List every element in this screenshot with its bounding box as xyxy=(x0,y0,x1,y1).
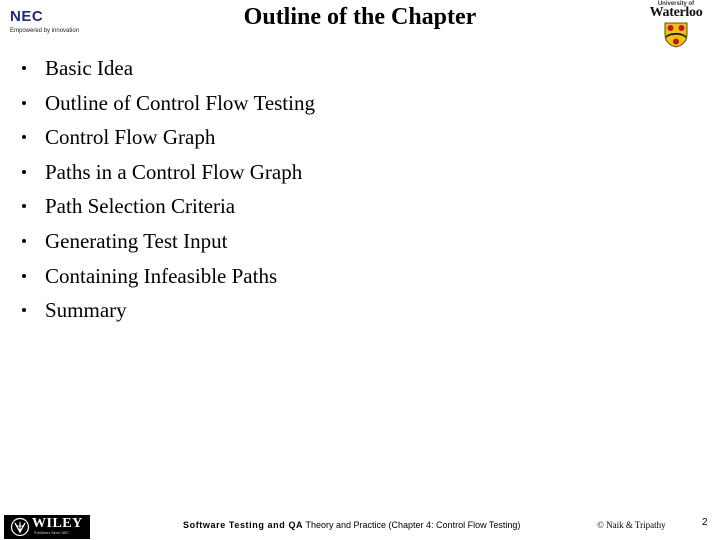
outline-item-label: Summary xyxy=(45,298,127,323)
footer-book-title-bold: Software Testing and QA xyxy=(183,520,304,530)
waterloo-crest-icon xyxy=(664,22,688,48)
bullet-icon xyxy=(22,204,26,209)
outline-item-label: Basic Idea xyxy=(45,56,134,80)
outline-item-label: Generating Test Input xyxy=(45,228,228,253)
outline-item-label: Paths in a Control Flow Graph xyxy=(45,159,303,184)
wiley-logo: WILEY Publishers Since 1807 xyxy=(4,515,90,539)
bullet-icon xyxy=(22,169,26,174)
waterloo-logo-wordmark: Waterloo xyxy=(649,5,703,20)
wiley-tagline: Publishers Since 1807 xyxy=(34,531,69,535)
slide-title: Outline of the Chapter xyxy=(243,4,477,30)
wiley-emblem-icon xyxy=(10,517,30,537)
bullet-icon xyxy=(22,238,26,243)
footer-book-title-rest: Theory and Practice (Chapter 4: Control … xyxy=(303,520,521,530)
bullet-icon xyxy=(22,273,26,278)
outline-item-label: Outline of Control Flow Testing xyxy=(45,90,315,115)
outline-item-label: Containing Infeasible Paths xyxy=(45,263,278,288)
bullet-icon xyxy=(22,308,26,313)
bullet-icon xyxy=(22,135,26,140)
bullet-icon xyxy=(22,100,26,105)
outline-item-label: Control Flow Graph xyxy=(45,125,216,150)
bullet-icon xyxy=(22,66,26,70)
footer-book-title: Software Testing and QA Theory and Pract… xyxy=(183,520,520,530)
footer-copyright: © Naik & Tripathy xyxy=(597,520,666,530)
page-number: 2 xyxy=(702,517,708,528)
wiley-wordmark: WILEY xyxy=(32,516,83,531)
waterloo-logo: University of Waterloo xyxy=(636,1,716,48)
outline-item-label: Path Selection Criteria xyxy=(45,194,236,219)
